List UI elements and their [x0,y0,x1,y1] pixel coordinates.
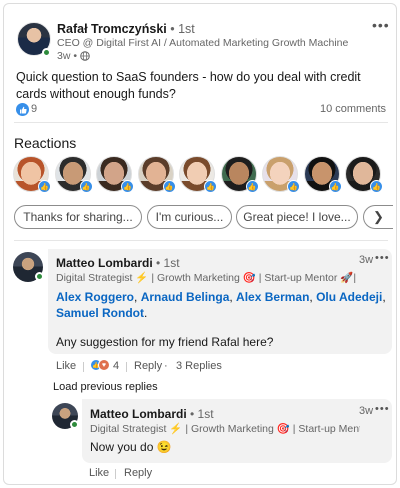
commenter-headline: Digital Strategist ⚡ | Growth Marketing … [56,272,356,284]
like-reaction-icon: 👍 [162,180,176,193]
comment-reply-button[interactable]: Reply [134,360,162,372]
comment-reactions[interactable]: 👍 ♥ [90,359,110,372]
love-reaction-icon: ♥ [98,359,110,371]
comments-count[interactable]: 10 comments [320,103,386,115]
like-reaction-icon: 👍 [370,180,383,193]
like-reaction-icon: 👍 [204,180,217,193]
globe-icon [80,51,90,61]
like-reaction-icon: 👍 [121,180,134,193]
commenter-degree: • 1st [156,256,180,270]
online-status-icon [70,420,79,429]
mention-link[interactable]: Samuel Rondot [56,306,144,320]
like-reaction-icon: 👍 [38,180,51,193]
like-reaction-icon: 👍 [245,180,259,193]
comment-time: 3w [359,254,374,266]
reactor-avatar[interactable]: 👍 [262,156,300,193]
reactor-avatar[interactable]: 👍 [345,156,383,193]
reply-more-icon[interactable]: ••• [375,404,390,415]
comment-reaction-count[interactable]: 4 [113,360,119,372]
author-degree: • 1st [170,22,195,36]
online-status-icon [42,48,51,57]
reply-author-name[interactable]: Matteo Lombardi • 1st [90,407,214,421]
mention-link[interactable]: Alex Berman [236,290,309,304]
reactor-avatar[interactable]: 👍 [96,156,134,193]
like-reaction-icon: 👍 [79,180,93,193]
reply-time: 3w [359,405,374,417]
reply-author-degree: • 1st [190,407,214,421]
reply-text: Now you do 😉 [90,440,172,454]
action-separator [126,362,127,372]
commenter-name[interactable]: Matteo Lombardi • 1st [56,256,180,270]
like-reaction-icon [16,103,29,116]
like-reaction-icon: 👍 [328,180,342,193]
like-count[interactable]: 9 [31,103,37,115]
comment-like-button[interactable]: Like [56,360,76,372]
divider [14,240,388,241]
reactor-avatar[interactable]: 👍 [220,156,259,193]
reactor-avatar[interactable]: 👍 [179,156,217,193]
mention-link[interactable]: Arnaud Belinga [141,290,230,304]
post-card: Rafał Tromczyński • 1st CEO @ Digital Fi… [3,3,397,485]
like-reaction-icon: 👍 [287,180,300,193]
quick-reply-chip[interactable]: I'm curious... [147,205,232,229]
chevron-right-icon[interactable]: ❯ [363,205,393,229]
action-separator [115,469,116,479]
reply-like-button[interactable]: Like [89,467,109,479]
load-previous-replies[interactable]: Load previous replies [53,381,158,393]
reactor-avatar[interactable]: 👍 [13,156,51,193]
post-time: 3w • [57,50,90,62]
post-text: Quick question to SaaS founders - how do… [16,70,361,101]
author-headline: CEO @ Digital First AI / Automated Marke… [57,37,349,49]
divider [14,122,388,123]
reactions-title: Reactions [14,135,77,151]
mention-link[interactable]: Olu Adedeji [316,290,382,304]
reply-reply-button[interactable]: Reply [124,467,152,479]
author-name[interactable]: Rafał Tromczyński • 1st [57,22,195,36]
more-options-icon[interactable]: ••• [372,18,390,32]
mention-link[interactable]: Alex Roggero [56,290,134,304]
comment-mentions: Alex Roggero, Arnaud Belinga, Alex Berma… [56,290,386,320]
reply-author-headline: Digital Strategist ⚡ | Growth Marketing … [90,423,360,435]
replies-count[interactable]: 3 Replies [176,360,222,372]
action-dot: · [164,360,168,372]
action-separator [83,362,84,372]
reactor-avatar[interactable]: 👍 [54,156,93,193]
quick-reply-chip[interactable]: Thanks for sharing... [14,205,142,229]
quick-reply-chip[interactable]: Great piece! I love... [236,205,358,229]
comment-text: Any suggestion for my friend Rafal here? [56,335,274,349]
online-status-icon [35,272,44,281]
reactor-avatar[interactable]: 👍 [137,156,176,193]
reactor-avatar[interactable]: 👍 [303,156,342,193]
comment-more-icon[interactable]: ••• [375,253,390,264]
